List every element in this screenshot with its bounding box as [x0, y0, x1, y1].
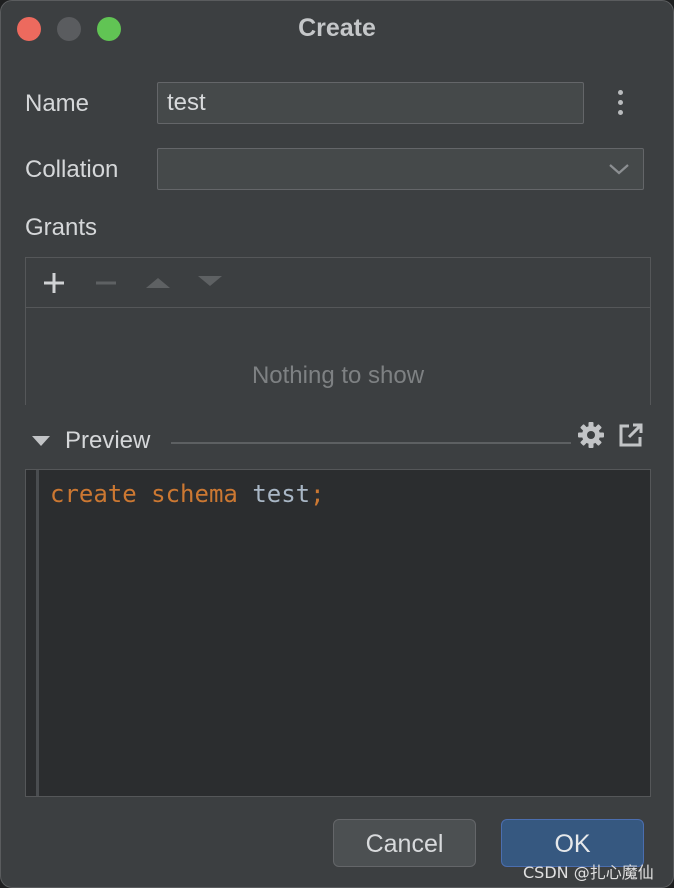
create-schema-dialog: Create Name Collation Grants Nothing — [0, 0, 674, 888]
sql-identifier: test — [252, 480, 311, 508]
gear-icon[interactable] — [577, 421, 605, 449]
preview-divider — [171, 442, 571, 444]
dialog-title: Create — [298, 14, 376, 42]
grants-empty-text: Nothing to show — [251, 362, 425, 389]
more-vertical-icon[interactable] — [611, 90, 631, 118]
preview-header: Preview — [25, 421, 651, 463]
sql-keyword-create: create — [50, 480, 137, 508]
cancel-button[interactable]: Cancel — [333, 819, 476, 867]
chevron-down-icon — [609, 164, 629, 175]
grants-label: Grants — [25, 214, 98, 241]
sql-keyword-schema: schema — [151, 480, 238, 508]
watermark: CSDN @扎心魔仙 — [523, 863, 654, 882]
collapse-triangle-icon[interactable] — [31, 433, 51, 449]
grants-toolbar — [26, 258, 650, 308]
collation-label: Collation — [25, 156, 119, 183]
preview-label[interactable]: Preview — [65, 427, 150, 455]
arrow-up-icon[interactable] — [144, 270, 172, 296]
arrow-down-icon[interactable] — [196, 270, 224, 296]
sql-code-line: create schema test; — [50, 480, 325, 508]
title-bar: Create — [1, 1, 673, 55]
name-input[interactable] — [157, 82, 584, 124]
collation-select[interactable] — [157, 148, 644, 190]
open-external-icon[interactable] — [617, 421, 645, 449]
editor-gutter — [36, 470, 39, 796]
grants-table: Nothing to show — [25, 257, 651, 405]
minus-icon[interactable] — [92, 270, 120, 296]
sql-preview-editor[interactable]: create schema test; — [25, 469, 651, 797]
plus-icon[interactable] — [40, 270, 68, 296]
sql-semicolon: ; — [310, 480, 325, 508]
name-label: Name — [25, 90, 90, 117]
